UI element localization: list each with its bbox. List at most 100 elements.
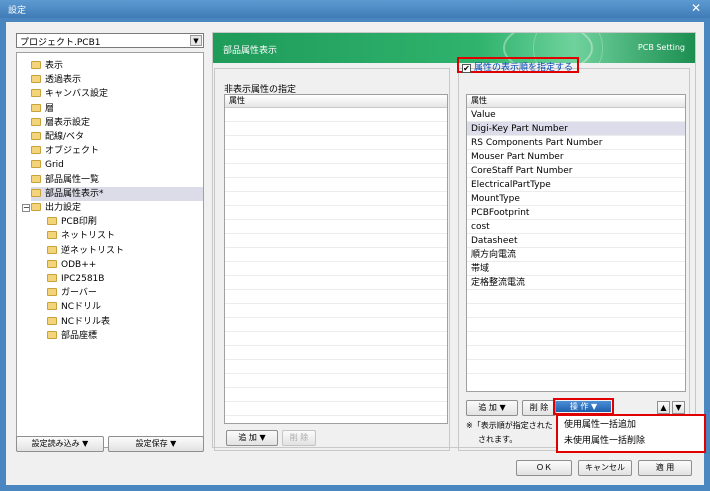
list-row[interactable]: 順方向電流 bbox=[467, 248, 685, 262]
tree-item[interactable]: ODB++ bbox=[47, 258, 203, 272]
folder-icon bbox=[31, 75, 41, 84]
list-row[interactable]: 帯域 bbox=[467, 262, 685, 276]
list-row bbox=[225, 374, 447, 388]
tree-item[interactable]: NCドリル表 bbox=[47, 315, 203, 329]
list-row bbox=[225, 164, 447, 178]
order-checkbox[interactable]: ✔ 属性の表示順を指定する bbox=[457, 57, 580, 73]
hidden-attributes-list[interactable]: 属性 bbox=[224, 94, 448, 424]
list-row bbox=[225, 360, 447, 374]
ok-button[interactable]: ＯＫ bbox=[516, 460, 572, 476]
list-row bbox=[225, 192, 447, 206]
list-row bbox=[467, 360, 685, 374]
tree-item-label: オブジェクト bbox=[45, 146, 100, 157]
list-row[interactable]: Digi-Key Part Number bbox=[467, 122, 685, 136]
tree-item-label: ODB++ bbox=[61, 259, 97, 270]
cancel-button[interactable]: キャンセル bbox=[578, 460, 632, 476]
list-row[interactable]: cost bbox=[467, 220, 685, 234]
tree-item-label: NCドリル bbox=[61, 302, 102, 313]
list-row bbox=[225, 332, 447, 346]
tree-item[interactable]: 層 bbox=[31, 102, 203, 116]
load-settings-button[interactable]: 設定読み込み ▼ bbox=[16, 436, 104, 452]
folder-icon bbox=[31, 61, 41, 69]
tree-item[interactable]: PCB印刷 bbox=[47, 215, 203, 229]
tree-item[interactable]: 配線/ベタ bbox=[31, 130, 203, 144]
tree-item-label: 透過表示 bbox=[45, 75, 82, 86]
move-down-icon[interactable]: ▼ bbox=[672, 401, 685, 414]
tree-item[interactable]: 部品属性一覧 bbox=[31, 173, 203, 187]
order-checkbox-label: 属性の表示順を指定する bbox=[474, 63, 574, 73]
tree-item-label: 層表示設定 bbox=[45, 117, 91, 128]
tree-item-label: 部品座標 bbox=[61, 330, 98, 341]
tree-item-label: NCドリル表 bbox=[61, 316, 111, 327]
tree-item-label: 出力設定 bbox=[45, 203, 82, 213]
folder-icon bbox=[31, 89, 41, 98]
collapse-icon[interactable]: − bbox=[22, 204, 30, 212]
hidden-add-button[interactable]: 追 加 ▼ bbox=[226, 430, 278, 446]
column-header: 属性 bbox=[467, 95, 685, 108]
tree-item[interactable]: 部品属性表示* bbox=[31, 186, 203, 201]
list-row bbox=[225, 262, 447, 276]
tree-item[interactable]: 表示 bbox=[31, 59, 203, 73]
tree-item-label: ガーバー bbox=[61, 288, 97, 299]
list-row bbox=[225, 304, 447, 318]
list-row[interactable]: CoreStaff Part Number bbox=[467, 164, 685, 178]
checkbox-check-icon[interactable]: ✔ bbox=[462, 64, 471, 73]
list-row bbox=[225, 402, 447, 416]
operate-button[interactable]: 操 作 ▼ bbox=[553, 398, 614, 415]
list-row bbox=[225, 150, 447, 164]
list-row[interactable]: RS Components Part Number bbox=[467, 136, 685, 150]
folder-icon bbox=[31, 174, 41, 183]
tree-item[interactable]: 層表示設定 bbox=[31, 116, 203, 130]
close-icon[interactable]: ✕ bbox=[688, 1, 704, 16]
tree-item[interactable]: Grid bbox=[31, 158, 203, 172]
list-row[interactable]: ElectricalPartType bbox=[467, 178, 685, 192]
list-row[interactable]: Value bbox=[467, 108, 685, 122]
list-row[interactable]: Datasheet bbox=[467, 234, 685, 248]
chevron-down-icon[interactable]: ▼ bbox=[190, 35, 202, 46]
menu-item-delete-unused[interactable]: 未使用属性一括削除 bbox=[564, 434, 645, 448]
folder-icon bbox=[47, 316, 57, 325]
list-row bbox=[225, 346, 447, 360]
tree-item[interactable]: ガーバー bbox=[47, 286, 203, 300]
move-up-icon[interactable]: ▲ bbox=[657, 401, 670, 414]
tree-item-label: 表示 bbox=[45, 61, 64, 71]
tree-item[interactable]: オブジェクト bbox=[31, 144, 203, 158]
folder-icon bbox=[31, 160, 41, 169]
tree-item[interactable]: NCドリル bbox=[47, 300, 203, 314]
folder-icon bbox=[31, 117, 41, 126]
folder-icon bbox=[47, 288, 57, 297]
menu-item-add-used[interactable]: 使用属性一括追加 bbox=[564, 418, 636, 432]
tree-item[interactable]: キャンバス設定 bbox=[31, 87, 203, 101]
tree-item[interactable]: 出力設定 bbox=[31, 201, 203, 215]
list-row[interactable]: Mouser Part Number bbox=[467, 150, 685, 164]
tree-item-label: IPC2581B bbox=[61, 274, 105, 284]
panel-subtitle: PCB Setting bbox=[637, 43, 685, 52]
title-bar: 設定 ✕ bbox=[0, 0, 710, 18]
hidden-delete-button[interactable]: 削 除 bbox=[282, 430, 316, 446]
folder-icon bbox=[47, 302, 57, 311]
list-row[interactable]: 定格整流電流 bbox=[467, 276, 685, 290]
tree-item[interactable]: IPC2581B bbox=[47, 272, 203, 286]
folder-icon bbox=[47, 217, 57, 226]
list-row[interactable]: PCBFootprint bbox=[467, 206, 685, 220]
list-row bbox=[467, 304, 685, 318]
list-row[interactable]: MountType bbox=[467, 192, 685, 206]
shown-delete-button[interactable]: 削 除 bbox=[522, 400, 556, 416]
tree-item[interactable]: ネットリスト bbox=[47, 229, 203, 243]
operate-button-label: 操 作 ▼ bbox=[556, 401, 611, 412]
column-header: 属性 bbox=[225, 95, 447, 108]
folder-icon bbox=[47, 274, 57, 282]
tree-item[interactable]: 逆ネットリスト bbox=[47, 244, 203, 258]
shown-attributes-list[interactable]: 属性 Value Digi-Key Part Number RS Component… bbox=[466, 94, 686, 392]
shown-add-button[interactable]: 追 加 ▼ bbox=[466, 400, 518, 416]
list-row bbox=[225, 108, 447, 122]
tree-item[interactable]: 部品座標 bbox=[47, 329, 203, 343]
save-settings-button[interactable]: 設定保存 ▼ bbox=[108, 436, 204, 452]
list-row bbox=[225, 178, 447, 192]
project-select-value: プロジェクト.PCB1 bbox=[20, 38, 101, 48]
apply-button[interactable]: 適 用 bbox=[638, 460, 692, 476]
project-select[interactable]: プロジェクト.PCB1 ▼ bbox=[16, 33, 204, 48]
settings-tree: 表示透過表示 キャンバス設定層層表示設定配線/ベタオブジェクト Grid 部品属性一覧… bbox=[16, 52, 204, 448]
tree-item[interactable]: 透過表示 bbox=[31, 73, 203, 87]
list-row bbox=[467, 332, 685, 346]
